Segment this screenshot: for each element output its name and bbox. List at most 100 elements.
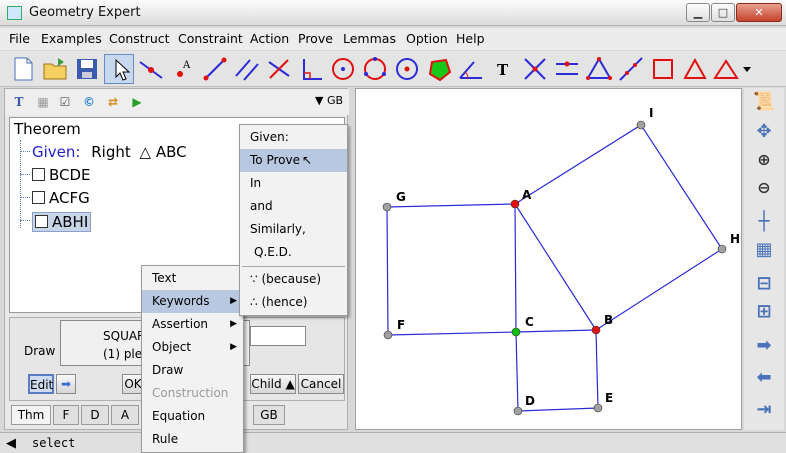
tab-gb[interactable]: GB bbox=[253, 405, 285, 425]
segment-cf[interactable] bbox=[387, 331, 517, 336]
keyword-in[interactable]: In bbox=[240, 172, 347, 195]
point-f[interactable] bbox=[383, 330, 393, 340]
open-folder-icon[interactable] bbox=[40, 54, 70, 84]
tree-node-given[interactable]: Given: Right △ ABC bbox=[32, 143, 187, 161]
perpendicular-tool-icon[interactable] bbox=[264, 54, 294, 84]
c-icon[interactable]: © bbox=[79, 92, 99, 112]
menu-prove[interactable]: Prove bbox=[298, 31, 333, 46]
intersection-tool-icon[interactable] bbox=[520, 54, 550, 84]
menu-item-draw[interactable]: Draw bbox=[142, 359, 243, 382]
segment-fg[interactable] bbox=[386, 206, 389, 336]
segment-ga[interactable] bbox=[386, 203, 516, 208]
square-tool-icon[interactable] bbox=[648, 54, 678, 84]
keyword-because[interactable]: ∵ (because) bbox=[240, 268, 347, 291]
menu-examples[interactable]: Examples bbox=[41, 31, 102, 46]
menu-item-keywords[interactable]: Keywords ▶ bbox=[142, 290, 243, 313]
menu-item-text[interactable]: Text bbox=[142, 267, 243, 290]
draw-input-field[interactable] bbox=[250, 326, 306, 346]
segment-eb[interactable] bbox=[595, 329, 599, 409]
segment-ab[interactable] bbox=[514, 203, 597, 331]
menu-constraint[interactable]: Constraint bbox=[178, 31, 243, 46]
select-tool-icon[interactable] bbox=[104, 54, 134, 84]
grid-increase-icon[interactable]: ⊞ bbox=[751, 300, 777, 324]
maximize-button[interactable]: □ bbox=[711, 3, 735, 22]
title-bar[interactable]: Geometry Expert ▁ □ ✕ bbox=[0, 0, 786, 26]
grid-toggle-icon[interactable]: ▦ bbox=[751, 238, 777, 262]
menu-item-assertion[interactable]: Assertion ▶ bbox=[142, 313, 243, 336]
text-format-icon[interactable]: T bbox=[9, 92, 29, 112]
midpoint-tool-icon[interactable] bbox=[552, 54, 582, 84]
drawing-canvas[interactable]: A B C D E F G H I bbox=[355, 88, 742, 430]
keyword-hence[interactable]: ∴ (hence) bbox=[240, 291, 347, 314]
angle-tool-icon[interactable] bbox=[456, 54, 486, 84]
tab-thm[interactable]: Thm bbox=[11, 405, 51, 425]
triangle-tool-icon[interactable] bbox=[584, 54, 614, 84]
point-e[interactable] bbox=[593, 403, 603, 413]
zoom-out-icon[interactable]: ⊖ bbox=[751, 176, 777, 200]
line-tool-icon[interactable] bbox=[200, 54, 230, 84]
point-label-icon[interactable]: A bbox=[168, 54, 198, 84]
keyword-qed[interactable]: Q.E.D. bbox=[240, 241, 347, 264]
zoom-in-icon[interactable]: ⊕ bbox=[751, 148, 777, 172]
circle-three-points-icon[interactable] bbox=[360, 54, 390, 84]
close-button[interactable]: ✕ bbox=[736, 3, 782, 22]
grid-icon[interactable]: ▦ bbox=[33, 92, 53, 112]
segment-divide-icon[interactable] bbox=[616, 54, 646, 84]
geometry-figure[interactable] bbox=[356, 89, 743, 431]
tab-d[interactable]: D bbox=[81, 405, 109, 425]
save-icon[interactable] bbox=[72, 54, 102, 84]
new-file-icon[interactable] bbox=[8, 54, 38, 84]
menu-item-object[interactable]: Object ▶ bbox=[142, 336, 243, 359]
segment-cb[interactable] bbox=[515, 329, 597, 333]
tree-node-square-bcde[interactable]: BCDE bbox=[32, 166, 91, 184]
tab-f[interactable]: F bbox=[53, 405, 79, 425]
segment-de[interactable] bbox=[517, 407, 599, 412]
minimize-button[interactable]: ▁ bbox=[686, 3, 710, 22]
circle-center-icon[interactable] bbox=[392, 54, 422, 84]
play-icon[interactable]: ▶ bbox=[127, 92, 147, 112]
point-a[interactable] bbox=[510, 199, 520, 209]
segment-ai[interactable] bbox=[514, 124, 642, 205]
language-dropdown[interactable]: ▼ GB bbox=[315, 94, 343, 107]
crosshair-icon[interactable]: ┼ bbox=[751, 210, 777, 234]
child-button[interactable]: Child ▲ bbox=[250, 374, 296, 394]
point-g[interactable] bbox=[382, 202, 392, 212]
right-angle-tool-icon[interactable] bbox=[296, 54, 326, 84]
menu-help[interactable]: Help bbox=[456, 31, 485, 46]
point-i[interactable] bbox=[636, 120, 646, 130]
equilateral-triangle-icon[interactable] bbox=[680, 54, 710, 84]
menu-lemmas[interactable]: Lemmas bbox=[343, 31, 396, 46]
keyword-and[interactable]: and bbox=[240, 195, 347, 218]
menu-item-equation[interactable]: Equation bbox=[142, 405, 243, 428]
checklist-icon[interactable]: ☑ bbox=[55, 92, 75, 112]
keyword-similarly[interactable]: Similarly, bbox=[240, 218, 347, 241]
menu-file[interactable]: File bbox=[9, 31, 30, 46]
step-end-icon[interactable]: ⇥ bbox=[751, 398, 777, 422]
parallel-tool-icon[interactable] bbox=[232, 54, 262, 84]
keyword-to-prove[interactable]: To Prove ↖ bbox=[240, 149, 347, 172]
tab-a[interactable]: A bbox=[111, 405, 139, 425]
menu-construct[interactable]: Construct bbox=[109, 31, 170, 46]
step-forward-icon[interactable]: ➡ bbox=[751, 334, 777, 358]
edit-button[interactable]: Edit bbox=[28, 374, 54, 394]
move-icon[interactable]: ✥ bbox=[751, 120, 777, 144]
collapse-arrow-icon[interactable]: ◀ bbox=[6, 436, 16, 451]
point-h[interactable] bbox=[717, 244, 727, 254]
point-d[interactable] bbox=[513, 406, 523, 416]
segment-cd[interactable] bbox=[515, 331, 519, 412]
menu-action[interactable]: Action bbox=[250, 31, 289, 46]
tree-node-square-acfg[interactable]: ACFG bbox=[32, 189, 90, 207]
segment-ac[interactable] bbox=[514, 203, 517, 333]
segment-hb[interactable] bbox=[595, 248, 723, 331]
step-back-icon[interactable]: ⬅ bbox=[751, 366, 777, 390]
segment-ih[interactable] bbox=[640, 124, 723, 250]
tree-root-theorem[interactable]: Theorem bbox=[14, 120, 81, 138]
polygon-fill-icon[interactable] bbox=[424, 54, 454, 84]
forward-arrow-button[interactable]: ➡ bbox=[56, 374, 76, 394]
menu-item-rule[interactable]: Rule bbox=[142, 428, 243, 451]
grid-decrease-icon[interactable]: ⊟ bbox=[751, 272, 777, 296]
point-c[interactable] bbox=[511, 327, 521, 337]
refresh-icon[interactable]: ⇄ bbox=[103, 92, 123, 112]
keyword-given[interactable]: Given: bbox=[240, 126, 347, 149]
scroll-icon[interactable]: 📜 bbox=[751, 90, 777, 114]
